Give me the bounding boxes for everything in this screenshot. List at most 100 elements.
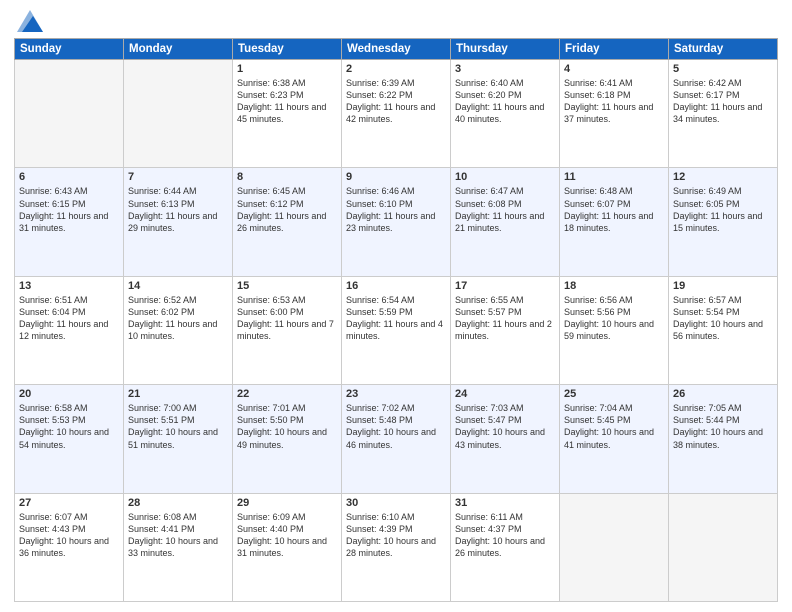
calendar-cell: 23 Sunrise: 7:02 AM Sunset: 5:48 PM Dayli…: [342, 385, 451, 493]
day-number: 19: [673, 280, 773, 292]
day-info: Sunrise: 6:45 AM Sunset: 6:12 PM Dayligh…: [237, 185, 337, 234]
day-number: 21: [128, 388, 228, 400]
week-row-3: 13Sunrise: 6:51 AM Sunset: 6:04 PM Dayli…: [15, 276, 778, 384]
day-info: Sunrise: 6:44 AM Sunset: 6:13 PM Dayligh…: [128, 185, 228, 234]
calendar-cell: 11 Sunrise: 6:48 AM Sunset: 6:07 PM Dayli…: [560, 168, 669, 276]
calendar-table: SundayMondayTuesdayWednesdayThursdayFrid…: [14, 38, 778, 602]
calendar-cell: 14Sunrise: 6:52 AM Sunset: 6:02 PM Dayli…: [124, 276, 233, 384]
day-number: 5: [673, 63, 773, 75]
day-number: 31: [455, 497, 555, 509]
day-number: 24: [455, 388, 555, 400]
day-info: Sunrise: 6:57 AM Sunset: 5:54 PM Dayligh…: [673, 294, 773, 343]
calendar-cell: 22 Sunrise: 7:01 AM Sunset: 5:50 PM Dayli…: [233, 385, 342, 493]
calendar-cell: 17 Sunrise: 6:55 AM Sunset: 5:57 PM Dayli…: [451, 276, 560, 384]
calendar-cell: 29 Sunrise: 6:09 AM Sunset: 4:40 PM Dayli…: [233, 493, 342, 601]
calendar-cell: [669, 493, 778, 601]
calendar-cell: 5 Sunrise: 6:42 AM Sunset: 6:17 PM Daylig…: [669, 60, 778, 168]
day-number: 30: [346, 497, 446, 509]
day-info: Sunrise: 7:00 AM Sunset: 5:51 PM Dayligh…: [128, 402, 228, 451]
calendar-cell: 1 Sunrise: 6:38 AM Sunset: 6:23 PM Daylig…: [233, 60, 342, 168]
calendar-cell: 10 Sunrise: 6:47 AM Sunset: 6:08 PM Dayli…: [451, 168, 560, 276]
day-info: Sunrise: 6:54 AM Sunset: 5:59 PM Dayligh…: [346, 294, 446, 343]
day-info: Sunrise: 6:42 AM Sunset: 6:17 PM Dayligh…: [673, 77, 773, 126]
day-number: 14: [128, 280, 228, 292]
day-number: 29: [237, 497, 337, 509]
week-row-5: 27Sunrise: 6:07 AM Sunset: 4:43 PM Dayli…: [15, 493, 778, 601]
day-number: 4: [564, 63, 664, 75]
logo: [14, 10, 43, 32]
calendar-cell: 9 Sunrise: 6:46 AM Sunset: 6:10 PM Daylig…: [342, 168, 451, 276]
day-number: 7: [128, 171, 228, 183]
calendar-cell: 31 Sunrise: 6:11 AM Sunset: 4:37 PM Dayli…: [451, 493, 560, 601]
weekday-header-friday: Friday: [560, 39, 669, 60]
day-info: Sunrise: 6:46 AM Sunset: 6:10 PM Dayligh…: [346, 185, 446, 234]
day-info: Sunrise: 6:55 AM Sunset: 5:57 PM Dayligh…: [455, 294, 555, 343]
calendar-cell: 4 Sunrise: 6:41 AM Sunset: 6:18 PM Daylig…: [560, 60, 669, 168]
calendar-cell: 20Sunrise: 6:58 AM Sunset: 5:53 PM Dayli…: [15, 385, 124, 493]
calendar-cell: 8 Sunrise: 6:45 AM Sunset: 6:12 PM Daylig…: [233, 168, 342, 276]
day-info: Sunrise: 6:41 AM Sunset: 6:18 PM Dayligh…: [564, 77, 664, 126]
logo-blue: [14, 10, 43, 32]
day-info: Sunrise: 7:03 AM Sunset: 5:47 PM Dayligh…: [455, 402, 555, 451]
calendar-cell: [15, 60, 124, 168]
day-info: Sunrise: 6:51 AM Sunset: 6:04 PM Dayligh…: [19, 294, 119, 343]
day-info: Sunrise: 6:48 AM Sunset: 6:07 PM Dayligh…: [564, 185, 664, 234]
day-number: 17: [455, 280, 555, 292]
calendar-cell: 2Sunrise: 6:39 AM Sunset: 6:22 PM Daylig…: [342, 60, 451, 168]
day-number: 22: [237, 388, 337, 400]
weekday-header-wednesday: Wednesday: [342, 39, 451, 60]
day-number: 8: [237, 171, 337, 183]
day-info: Sunrise: 6:40 AM Sunset: 6:20 PM Dayligh…: [455, 77, 555, 126]
week-row-4: 20Sunrise: 6:58 AM Sunset: 5:53 PM Dayli…: [15, 385, 778, 493]
calendar-cell: 7 Sunrise: 6:44 AM Sunset: 6:13 PM Daylig…: [124, 168, 233, 276]
day-number: 25: [564, 388, 664, 400]
calendar-cell: 18 Sunrise: 6:56 AM Sunset: 5:56 PM Dayli…: [560, 276, 669, 384]
weekday-header-monday: Monday: [124, 39, 233, 60]
calendar-cell: 13Sunrise: 6:51 AM Sunset: 6:04 PM Dayli…: [15, 276, 124, 384]
day-number: 1: [237, 63, 337, 75]
day-info: Sunrise: 6:43 AM Sunset: 6:15 PM Dayligh…: [19, 185, 119, 234]
day-info: Sunrise: 6:10 AM Sunset: 4:39 PM Dayligh…: [346, 511, 446, 560]
day-number: 16: [346, 280, 446, 292]
day-info: Sunrise: 6:11 AM Sunset: 4:37 PM Dayligh…: [455, 511, 555, 560]
day-info: Sunrise: 6:47 AM Sunset: 6:08 PM Dayligh…: [455, 185, 555, 234]
calendar-cell: 21 Sunrise: 7:00 AM Sunset: 5:51 PM Dayli…: [124, 385, 233, 493]
week-row-2: 6 Sunrise: 6:43 AM Sunset: 6:15 PM Daylig…: [15, 168, 778, 276]
day-info: Sunrise: 6:53 AM Sunset: 6:00 PM Dayligh…: [237, 294, 337, 343]
day-number: 9: [346, 171, 446, 183]
day-number: 26: [673, 388, 773, 400]
weekday-header-saturday: Saturday: [669, 39, 778, 60]
day-info: Sunrise: 6:56 AM Sunset: 5:56 PM Dayligh…: [564, 294, 664, 343]
logo-icon: [17, 10, 43, 32]
day-info: Sunrise: 7:02 AM Sunset: 5:48 PM Dayligh…: [346, 402, 446, 451]
day-info: Sunrise: 7:04 AM Sunset: 5:45 PM Dayligh…: [564, 402, 664, 451]
week-row-1: 1 Sunrise: 6:38 AM Sunset: 6:23 PM Daylig…: [15, 60, 778, 168]
day-number: 23: [346, 388, 446, 400]
weekday-header-row: SundayMondayTuesdayWednesdayThursdayFrid…: [15, 39, 778, 60]
calendar-cell: 24 Sunrise: 7:03 AM Sunset: 5:47 PM Dayli…: [451, 385, 560, 493]
weekday-header-thursday: Thursday: [451, 39, 560, 60]
calendar-cell: [560, 493, 669, 601]
day-number: 27: [19, 497, 119, 509]
calendar-cell: 19 Sunrise: 6:57 AM Sunset: 5:54 PM Dayli…: [669, 276, 778, 384]
calendar-cell: 27Sunrise: 6:07 AM Sunset: 4:43 PM Dayli…: [15, 493, 124, 601]
calendar-cell: 16 Sunrise: 6:54 AM Sunset: 5:59 PM Dayli…: [342, 276, 451, 384]
day-number: 18: [564, 280, 664, 292]
header: [14, 10, 778, 32]
day-info: Sunrise: 6:08 AM Sunset: 4:41 PM Dayligh…: [128, 511, 228, 560]
day-info: Sunrise: 7:01 AM Sunset: 5:50 PM Dayligh…: [237, 402, 337, 451]
day-number: 10: [455, 171, 555, 183]
day-info: Sunrise: 6:38 AM Sunset: 6:23 PM Dayligh…: [237, 77, 337, 126]
day-info: Sunrise: 6:49 AM Sunset: 6:05 PM Dayligh…: [673, 185, 773, 234]
calendar-cell: 6 Sunrise: 6:43 AM Sunset: 6:15 PM Daylig…: [15, 168, 124, 276]
day-info: Sunrise: 6:58 AM Sunset: 5:53 PM Dayligh…: [19, 402, 119, 451]
day-number: 28: [128, 497, 228, 509]
calendar-cell: 25 Sunrise: 7:04 AM Sunset: 5:45 PM Dayli…: [560, 385, 669, 493]
day-number: 11: [564, 171, 664, 183]
calendar-cell: 12 Sunrise: 6:49 AM Sunset: 6:05 PM Dayli…: [669, 168, 778, 276]
weekday-header-tuesday: Tuesday: [233, 39, 342, 60]
day-number: 6: [19, 171, 119, 183]
day-number: 12: [673, 171, 773, 183]
day-info: Sunrise: 6:09 AM Sunset: 4:40 PM Dayligh…: [237, 511, 337, 560]
day-number: 15: [237, 280, 337, 292]
